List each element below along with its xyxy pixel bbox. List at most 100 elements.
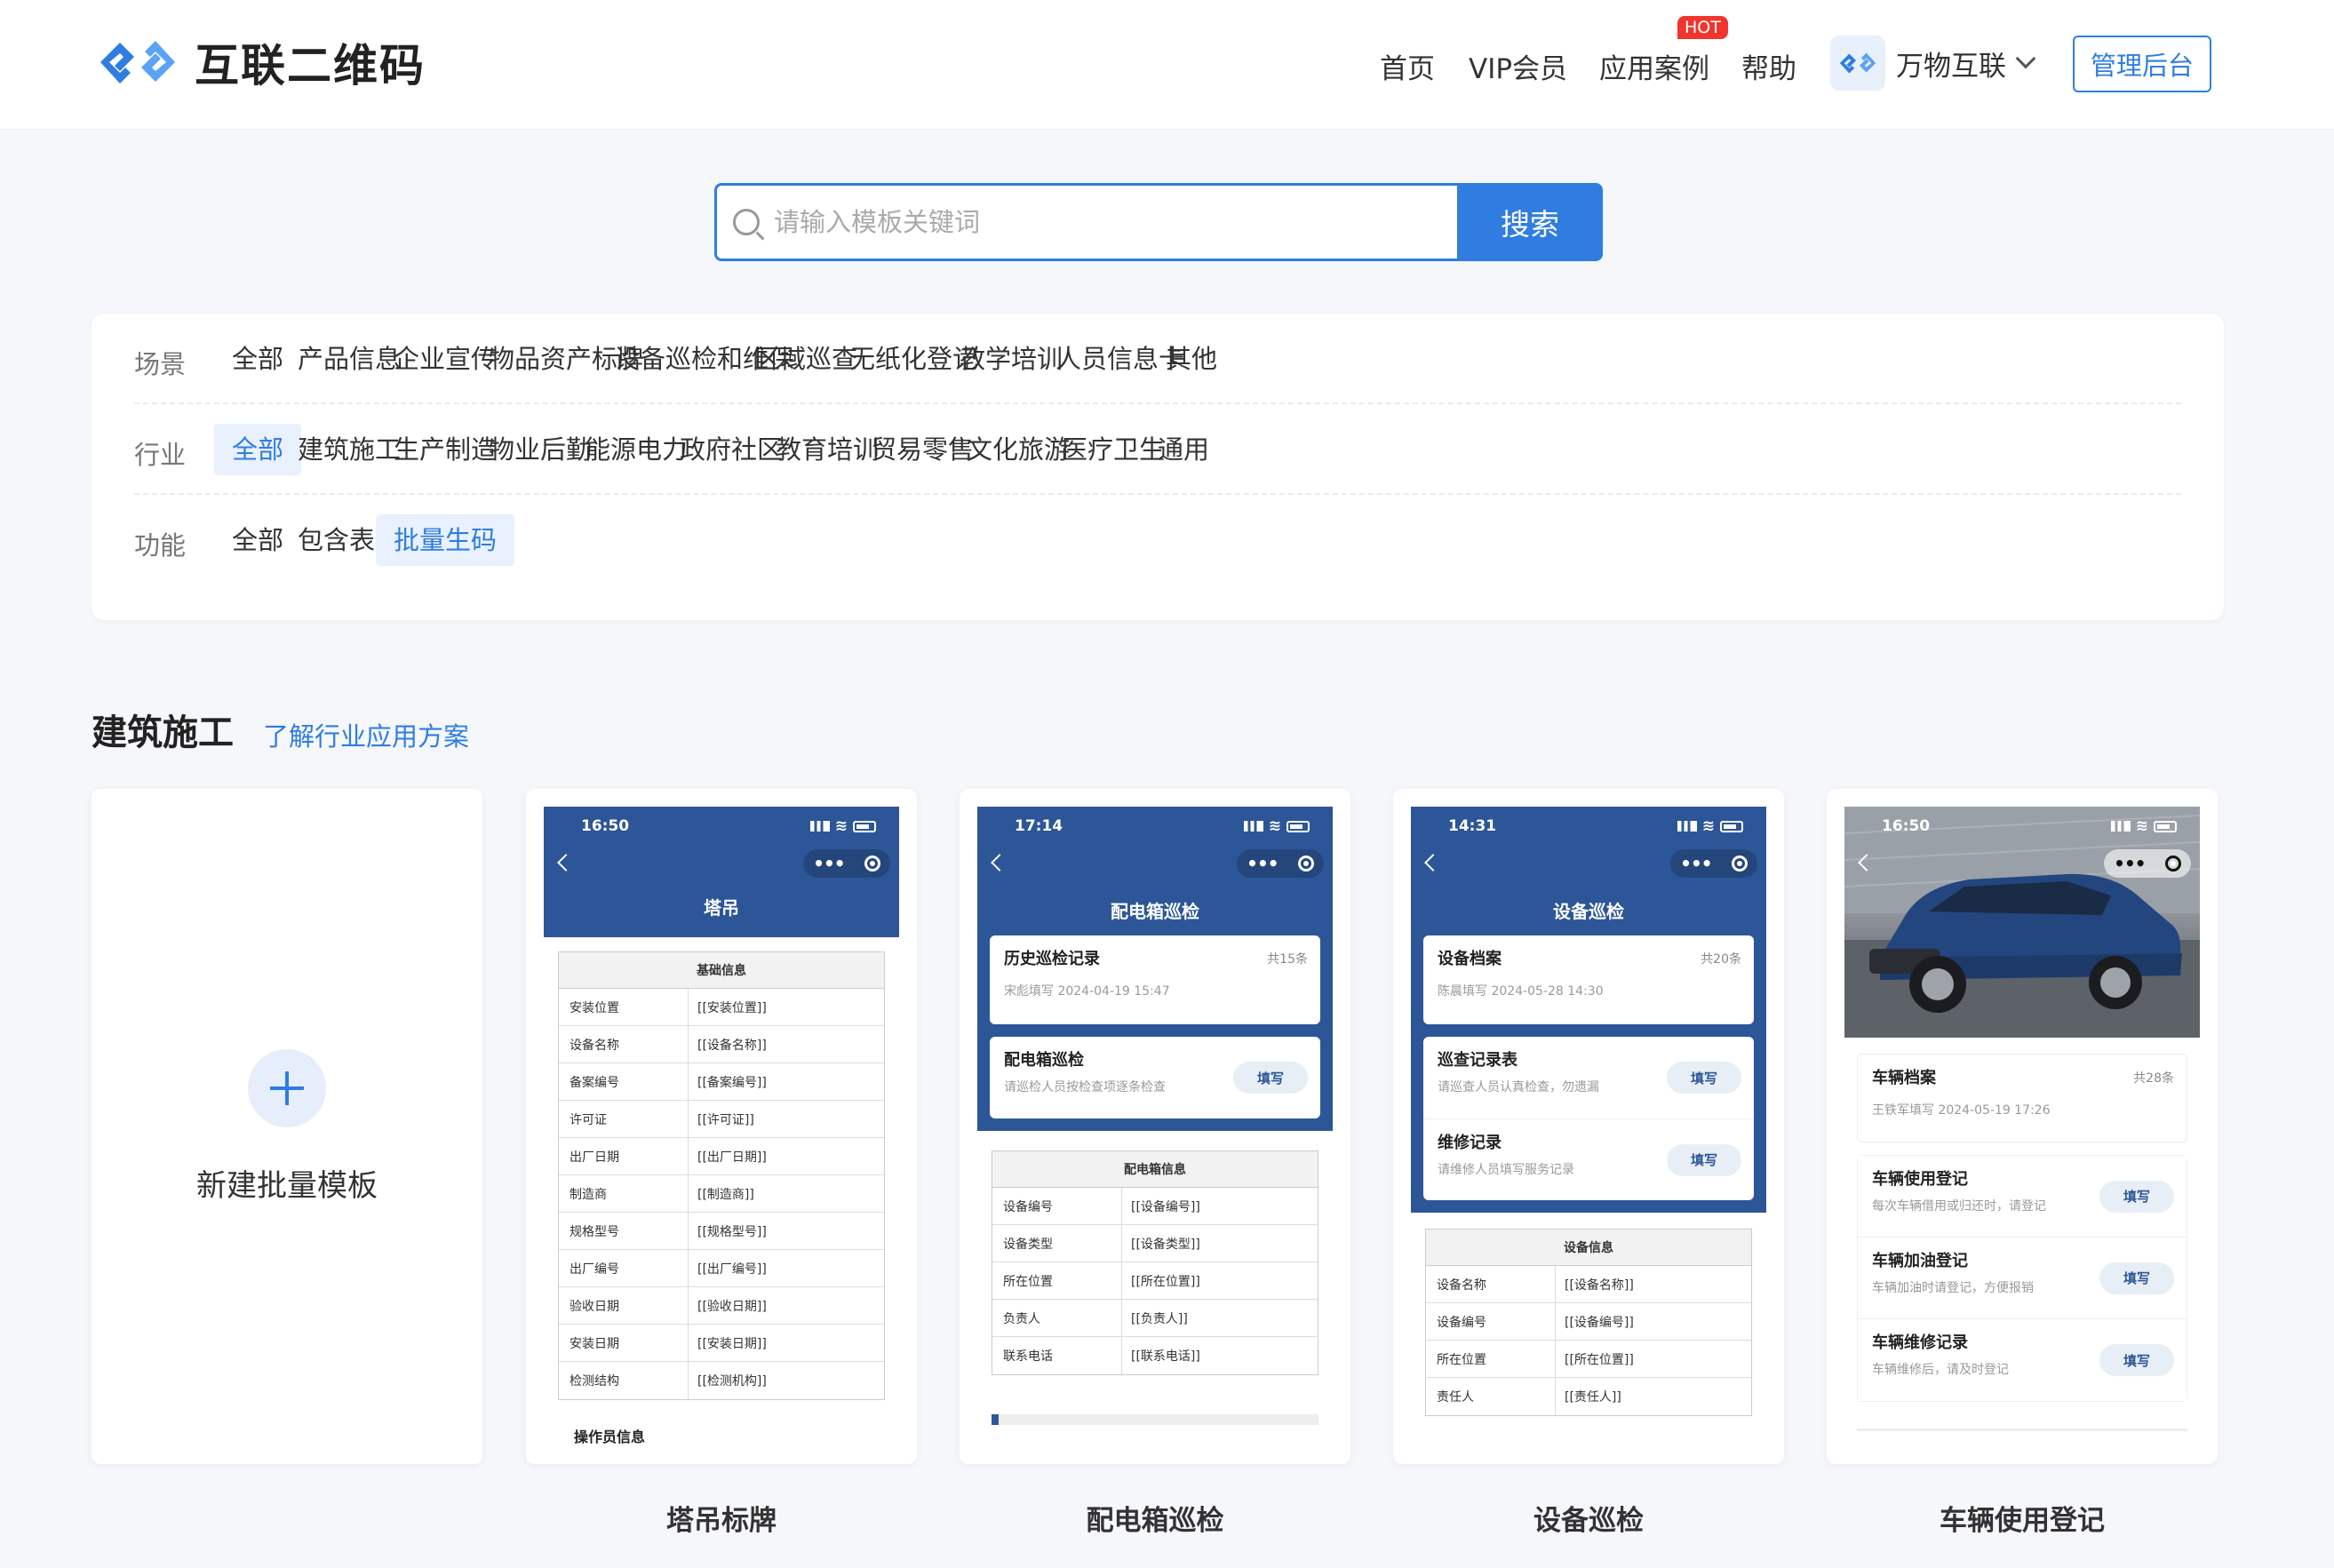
row-value: [[出厂日期]] bbox=[697, 1150, 767, 1165]
template-search: 搜索 bbox=[714, 183, 1603, 261]
status-time: 16:50 bbox=[581, 817, 630, 835]
row-key: 所在位置 bbox=[1426, 1341, 1556, 1377]
template-card-distribution-box[interactable]: 17:14 ≋ ••• 配电箱巡检 历史巡检记录 共15条 宋彪填写 2024-… bbox=[960, 789, 1350, 1464]
hot-badge: HOT bbox=[1677, 16, 1728, 39]
close-mini-icon bbox=[2164, 856, 2181, 872]
row-key: 出厂编号 bbox=[559, 1250, 689, 1286]
brand-logo-icon bbox=[1830, 36, 1885, 91]
table-row: 出厂日期 [[出厂日期]] bbox=[559, 1138, 884, 1175]
mini-program-bar: ••• bbox=[977, 846, 1333, 881]
record-count: 共15条 bbox=[1267, 952, 1308, 967]
form-card: 配电箱巡检 请巡检人员按检查项逐条检查 填写 bbox=[990, 1037, 1320, 1118]
mini-program-bar: ••• bbox=[1844, 846, 2200, 881]
back-icon bbox=[991, 854, 1008, 872]
filter-option[interactable]: 其他 bbox=[1148, 333, 1235, 385]
table-row: 出厂编号 [[出厂编号]] bbox=[559, 1250, 884, 1287]
row-key: 许可证 bbox=[559, 1101, 689, 1137]
record-meta: 王铁军填写 2024-05-19 17:26 bbox=[1872, 1103, 2051, 1118]
nav-help[interactable]: 帮助 bbox=[1741, 46, 1796, 86]
row-key: 设备编号 bbox=[992, 1188, 1122, 1224]
phone-preview: 16:50 ≋ ••• 塔吊 基础信息 安装位置 [[安装位置]] 设备名称 [[设… bbox=[544, 807, 899, 1464]
wifi-icon: ≋ bbox=[834, 817, 848, 835]
search-button[interactable]: 搜索 bbox=[1457, 183, 1603, 261]
nav-vip[interactable]: VIP会员 bbox=[1469, 46, 1567, 86]
template-card-device-inspection[interactable]: 14:31 ≋ ••• 设备巡检 设备档案 共20条 陈晨填写 2024-05-… bbox=[1393, 789, 1784, 1464]
template-card-vehicle[interactable]: 16:50 ≋ ••• 车辆档案 共28条 王铁军填写 2024-05-19 1… bbox=[1827, 789, 2218, 1464]
more-icon: ••• bbox=[813, 853, 845, 874]
table-row: 所在位置 [[所在位置]] bbox=[992, 1262, 1318, 1300]
filter-option[interactable]: 通用 bbox=[1140, 424, 1227, 475]
row-key: 出厂日期 bbox=[559, 1138, 689, 1174]
row-value: [[制造商]] bbox=[697, 1187, 754, 1202]
table-row: 所在位置 [[所在位置]] bbox=[1426, 1341, 1751, 1378]
fill-button: 填写 bbox=[2099, 1180, 2174, 1213]
search-input[interactable] bbox=[774, 207, 1396, 237]
plus-icon bbox=[248, 1048, 326, 1127]
row-value: [[备案编号]] bbox=[697, 1075, 767, 1090]
logo-text: 互联二维码 bbox=[195, 40, 426, 92]
table-row: 联系电话 [[联系电话]] bbox=[992, 1337, 1318, 1374]
template-caption[interactable]: 设备巡检 bbox=[1393, 1498, 1784, 1538]
info-table: 设备信息 设备名称 [[设备名称]] 设备编号 [[设备编号]] 所在位置 [[所在位… bbox=[1425, 1229, 1752, 1416]
back-icon bbox=[1424, 854, 1442, 872]
capsule-menu: ••• bbox=[2104, 849, 2191, 878]
row-key: 检测结构 bbox=[559, 1362, 689, 1399]
template-caption[interactable]: 配电箱巡检 bbox=[960, 1498, 1350, 1538]
filter-option-selected[interactable]: 批量生码 bbox=[376, 514, 515, 566]
site-logo[interactable]: 互联二维码 bbox=[93, 30, 426, 94]
search-box bbox=[714, 183, 1457, 261]
nav-home[interactable]: 首页 bbox=[1380, 46, 1435, 86]
status-time: 14:31 bbox=[1448, 817, 1497, 835]
info-table: 基础信息 安装位置 [[安装位置]] 设备名称 [[设备名称]] 备案编号 [[备案编… bbox=[558, 951, 885, 1400]
record-card: 车辆档案 共28条 王铁军填写 2024-05-19 17:26 bbox=[1857, 1054, 2187, 1142]
phone-page-title: 塔吊 bbox=[704, 897, 739, 919]
table-row: 设备名称 [[设备名称]] bbox=[1426, 1266, 1751, 1303]
table-header: 配电箱信息 bbox=[992, 1151, 1318, 1188]
template-caption[interactable]: 车辆使用登记 bbox=[1827, 1498, 2218, 1538]
history-record-card: 历史巡检记录 共15条 宋彪填写 2024-04-19 15:47 bbox=[990, 935, 1320, 1024]
row-key: 设备名称 bbox=[559, 1026, 689, 1063]
table-row: 制造商 [[制造商]] bbox=[559, 1175, 884, 1213]
top-header: 互联二维码 首页 VIP会员 应用案例 HOT 帮助 万物互联 管理后台 bbox=[0, 0, 2334, 130]
table-row: 设备名称 [[设备名称]] bbox=[559, 1026, 884, 1063]
card-title: 设备档案 bbox=[1438, 950, 1502, 968]
table-row: 安装日期 [[安装日期]] bbox=[559, 1325, 884, 1362]
brand-switch-label: 万物互联 bbox=[1896, 50, 2006, 83]
row-value: [[设备编号]] bbox=[1131, 1199, 1200, 1214]
table-header: 基础信息 bbox=[559, 952, 884, 989]
record-card: 设备档案 共20条 陈晨填写 2024-05-28 14:30 bbox=[1423, 935, 1754, 1024]
more-icon: ••• bbox=[2114, 853, 2146, 874]
filter-label: 场景 bbox=[134, 349, 187, 379]
row-value: [[规格型号]] bbox=[697, 1224, 767, 1239]
industry-solution-link[interactable]: 了解行业应用方案 bbox=[263, 716, 469, 753]
nav-cases[interactable]: 应用案例 bbox=[1599, 46, 1709, 86]
signal-icon bbox=[1243, 821, 1263, 832]
signal-icon bbox=[1677, 821, 1697, 832]
table-row: 责任人 [[责任人]] bbox=[1426, 1378, 1751, 1415]
row-key: 负责人 bbox=[992, 1300, 1122, 1336]
row-value: [[设备名称]] bbox=[697, 1038, 767, 1053]
row-key: 责任人 bbox=[1426, 1378, 1556, 1415]
table-row: 负责人 [[负责人]] bbox=[992, 1300, 1318, 1337]
new-template-label: 新建批量模板 bbox=[196, 1167, 378, 1204]
row-value: [[设备编号]] bbox=[1565, 1315, 1634, 1330]
template-caption[interactable]: 塔吊标牌 bbox=[526, 1498, 917, 1538]
search-icon bbox=[733, 209, 760, 235]
signal-icon bbox=[2110, 821, 2131, 832]
row-key: 备案编号 bbox=[559, 1063, 689, 1100]
form-card: 车辆使用登记 每次车辆借用或归还时，请登记 填写 bbox=[1858, 1156, 2187, 1238]
close-mini-icon bbox=[1297, 856, 1314, 872]
phone-preview: 17:14 ≋ ••• 配电箱巡检 历史巡检记录 共15条 宋彪填写 2024-… bbox=[977, 807, 1333, 1464]
admin-console-button[interactable]: 管理后台 bbox=[2073, 36, 2211, 92]
row-key: 验收日期 bbox=[559, 1287, 689, 1324]
section-divider bbox=[992, 1414, 1318, 1425]
info-table: 配电箱信息 设备编号 [[设备编号]] 设备类型 [[设备类型]] 所在位置 [[所在… bbox=[992, 1150, 1318, 1375]
brand-switch-dropdown[interactable]: 万物互联 bbox=[1830, 36, 2036, 91]
more-icon: ••• bbox=[1680, 853, 1712, 874]
new-batch-template-card[interactable]: 新建批量模板 bbox=[92, 789, 482, 1464]
fill-button: 填写 bbox=[1667, 1143, 1741, 1176]
phone-page-title: 配电箱巡检 bbox=[1111, 901, 1199, 922]
row-value: [[检测机构]] bbox=[697, 1374, 767, 1389]
phone-preview: 16:50 ≋ ••• 车辆档案 共28条 王铁军填写 2024-05-19 1… bbox=[1844, 807, 2200, 1464]
template-card-tower-crane[interactable]: 16:50 ≋ ••• 塔吊 基础信息 安装位置 [[安装位置]] 设备名称 [[设… bbox=[526, 789, 917, 1464]
